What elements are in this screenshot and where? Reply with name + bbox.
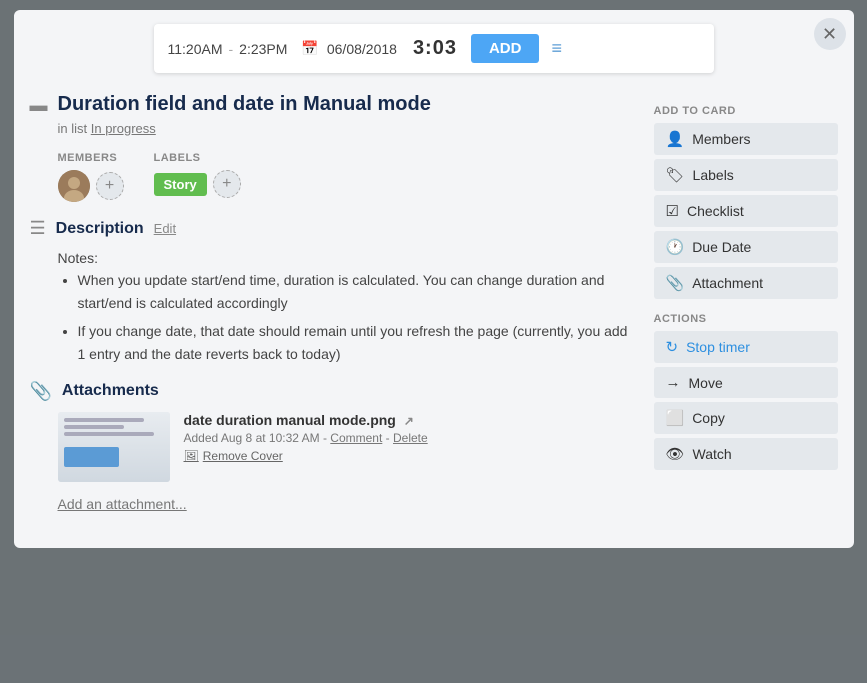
labels-icon: 🏷 [666,166,685,184]
description-edit-link[interactable]: Edit [154,221,176,236]
attachment-details: date duration manual mode.png ↗ Added Au… [184,412,638,463]
modal: ✕ 11:20AM - 2:23PM 📅 06/08/2018 3:03 ADD… [14,10,854,548]
due-date-sidebar-button[interactable]: 🕐 Due Date [654,231,838,263]
add-to-card-label: ADD TO CARD [654,105,838,117]
move-button[interactable]: → Move [654,367,838,398]
attachments-header: 📎 Attachments [30,381,638,402]
description-title: Description [56,220,144,238]
delete-link[interactable]: Delete [393,431,428,445]
remove-cover-icon: 🖼 [184,449,199,463]
labels-label: LABELS [154,152,241,164]
move-icon: → [666,374,681,391]
description-content: Notes: When you update start/end time, d… [58,247,638,365]
sidebar: ADD TO CARD 👤 Members 🏷 Labels ☑ Checkli… [638,81,838,528]
attachment-date: Added Aug 8 at 10:32 AM - Comment - Dele… [184,431,638,445]
timer-duration: 3:03 [413,37,457,60]
timer-add-button[interactable]: ADD [471,34,540,63]
description-item-1: When you update start/end time, duration… [78,269,638,314]
timer-list-icon[interactable]: ≡ [551,38,562,59]
checklist-sidebar-button[interactable]: ☑ Checklist [654,195,838,227]
description-icon: ☰ [30,218,46,239]
labels-group: LABELS Story + [154,152,241,202]
due-date-icon: 🕐 [666,238,685,256]
members-label: MEMBERS [58,152,124,164]
notes-label: Notes: [58,247,638,269]
copy-button[interactable]: ⬜ Copy [654,402,838,434]
modal-overlay: ✕ 11:20AM - 2:23PM 📅 06/08/2018 3:03 ADD… [0,0,867,683]
watch-button[interactable]: 👁 Watch [654,438,838,470]
stop-timer-icon: ↻ [666,338,679,356]
main-content: ▬ Duration field and date in Manual mode… [30,81,638,528]
card-type-icon: ▬ [30,95,48,116]
checklist-icon: ☑ [666,202,679,220]
labels-items: Story + [154,170,241,198]
timer-bar: 11:20AM - 2:23PM 📅 06/08/2018 3:03 ADD ≡ [154,24,714,73]
card-header: ▬ Duration field and date in Manual mode [30,91,638,117]
add-member-button[interactable]: + [96,172,124,200]
members-items: + [58,170,124,202]
description-section: ☰ Description Edit Notes: When you updat… [30,218,638,365]
attachments-section: 📎 Attachments [30,381,638,512]
copy-icon: ⬜ [666,409,685,427]
attachment-item: date duration manual mode.png ↗ Added Au… [58,412,638,482]
external-link-icon[interactable]: ↗ [404,414,414,428]
members-icon: 👤 [666,130,685,148]
calendar-icon: 📅 [301,40,318,57]
close-button[interactable]: ✕ [814,18,846,50]
description-header: ☰ Description Edit [30,218,638,239]
list-name-link[interactable]: In progress [91,121,156,136]
attachment-sidebar-button[interactable]: 📎 Attachment [654,267,838,299]
timer-start-time: 11:20AM [168,41,223,57]
timer-end-time: 2:23PM [239,41,287,57]
timer-date: 06/08/2018 [327,41,397,57]
timer-dash: - [229,41,234,57]
labels-sidebar-button[interactable]: 🏷 Labels [654,159,838,191]
attachments-title: Attachments [62,382,159,400]
add-attachment-link[interactable]: Add an attachment... [58,496,638,512]
description-item-2: If you change date, that date should rem… [78,320,638,365]
attachment-thumbnail [58,412,170,482]
in-list-text: in list [58,121,88,136]
members-group: MEMBERS + [58,152,124,202]
members-sidebar-button[interactable]: 👤 Members [654,123,838,155]
remove-cover-button[interactable]: 🖼 Remove Cover [184,449,638,463]
attachments-icon: 📎 [30,381,52,402]
avatar [58,170,90,202]
watch-icon: 👁 [666,445,685,463]
meta-section: MEMBERS + [58,152,638,202]
add-label-button[interactable]: + [213,170,241,198]
story-label-tag[interactable]: Story [154,173,207,196]
stop-timer-button[interactable]: ↻ Stop timer [654,331,838,363]
card-title: Duration field and date in Manual mode [58,91,431,117]
card-list-info: in list In progress [58,121,638,136]
actions-label: ACTIONS [654,313,838,325]
attachment-name: date duration manual mode.png ↗ [184,412,638,428]
comment-link[interactable]: Comment [330,431,382,445]
attachment-sidebar-icon: 📎 [666,274,685,292]
description-list: When you update start/end time, duration… [58,269,638,365]
